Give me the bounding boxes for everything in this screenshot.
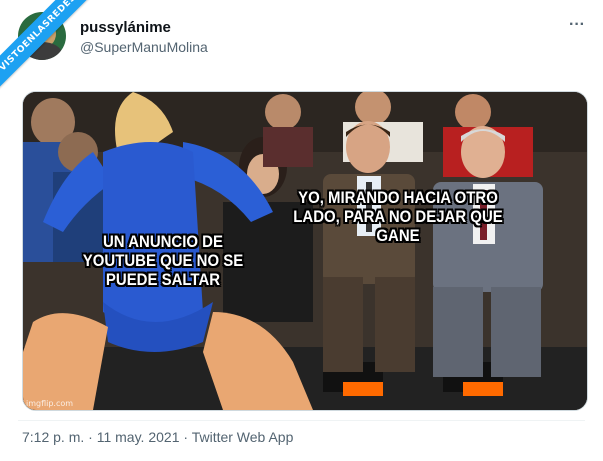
meta-separator: · xyxy=(84,429,97,445)
more-options-icon[interactable]: ··· xyxy=(566,16,588,36)
user-display-name[interactable]: pussylánime xyxy=(80,19,171,36)
tweet-source[interactable]: Twitter Web App xyxy=(192,429,294,445)
divider xyxy=(18,420,585,421)
tweet-time[interactable]: 7:12 p. m. xyxy=(22,429,84,445)
tweet-metadata: 7:12 p. m. · 11 may. 2021 · Twitter Web … xyxy=(22,429,293,445)
imgflip-watermark: imgflip.com xyxy=(26,399,74,408)
meta-separator: · xyxy=(179,429,192,445)
tweet-media[interactable]: UN ANUNCIO DE YOUTUBE QUE NO SE PUEDE SA… xyxy=(22,91,588,411)
tweet-card: VISTOENLASREDES pussylánime @SuperManuMo… xyxy=(0,0,603,461)
meme-caption-right: YO, MIRANDO HACIA OTRO LADO, PARA NO DEJ… xyxy=(293,188,503,245)
tweet-date[interactable]: 11 may. 2021 xyxy=(97,429,180,445)
user-handle[interactable]: @SuperManuMolina xyxy=(80,39,208,55)
meme-caption-left: UN ANUNCIO DE YOUTUBE QUE NO SE PUEDE SA… xyxy=(82,232,244,289)
